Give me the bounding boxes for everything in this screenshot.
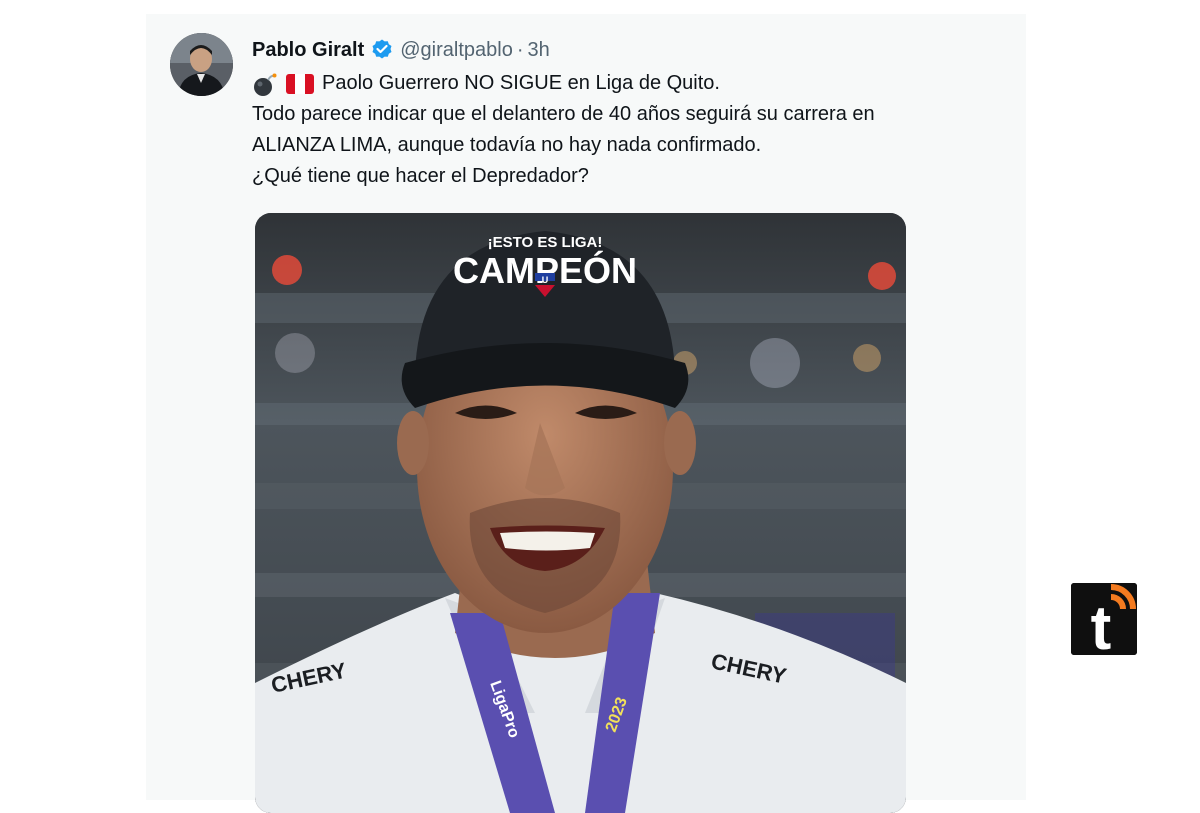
author-handle[interactable]: @giraltpablo — [400, 39, 513, 62]
site-logo-watermark: t — [1071, 583, 1137, 655]
verified-badge-icon — [370, 38, 394, 62]
tweet-line-3: ALIANZA LIMA, aunque todavía no hay nada… — [252, 134, 762, 156]
logo-letter: t — [1091, 594, 1112, 655]
tweet-text: Paolo Guerrero NO SIGUE en Liga de Quito… — [252, 68, 1012, 192]
logo-icon: t — [1071, 583, 1137, 655]
tweet-line-2: Todo parece indicar que el delantero de … — [252, 103, 875, 125]
author-name[interactable]: Pablo Giralt — [252, 39, 364, 62]
bomb-icon — [252, 71, 278, 97]
player-photo: CHERY CHERY LigaPro 2023 ¡ESTO ES LIGA! … — [255, 213, 906, 813]
tweet-media-photo[interactable]: CHERY CHERY LigaPro 2023 ¡ESTO ES LIGA! … — [255, 213, 906, 813]
cap-top-text: ¡ESTO ES LIGA! — [488, 234, 603, 251]
author-avatar[interactable] — [170, 33, 233, 96]
tweet-line-4: ¿Qué tiene que hacer el Depredador? — [252, 165, 589, 187]
avatar-image — [170, 33, 233, 96]
tweet-header: Pablo Giralt @giraltpablo · 3h — [252, 36, 550, 64]
header-separator: · — [516, 38, 524, 61]
tweet-timestamp[interactable]: 3h — [528, 39, 550, 62]
tweet-line-1-text: Paolo Guerrero NO SIGUE en Liga de Quito… — [322, 72, 720, 94]
tweet-line-1: Paolo Guerrero NO SIGUE en Liga de Quito… — [252, 68, 1012, 99]
peru-flag-icon — [286, 73, 314, 94]
cap-badge-letter: U — [542, 275, 549, 285]
